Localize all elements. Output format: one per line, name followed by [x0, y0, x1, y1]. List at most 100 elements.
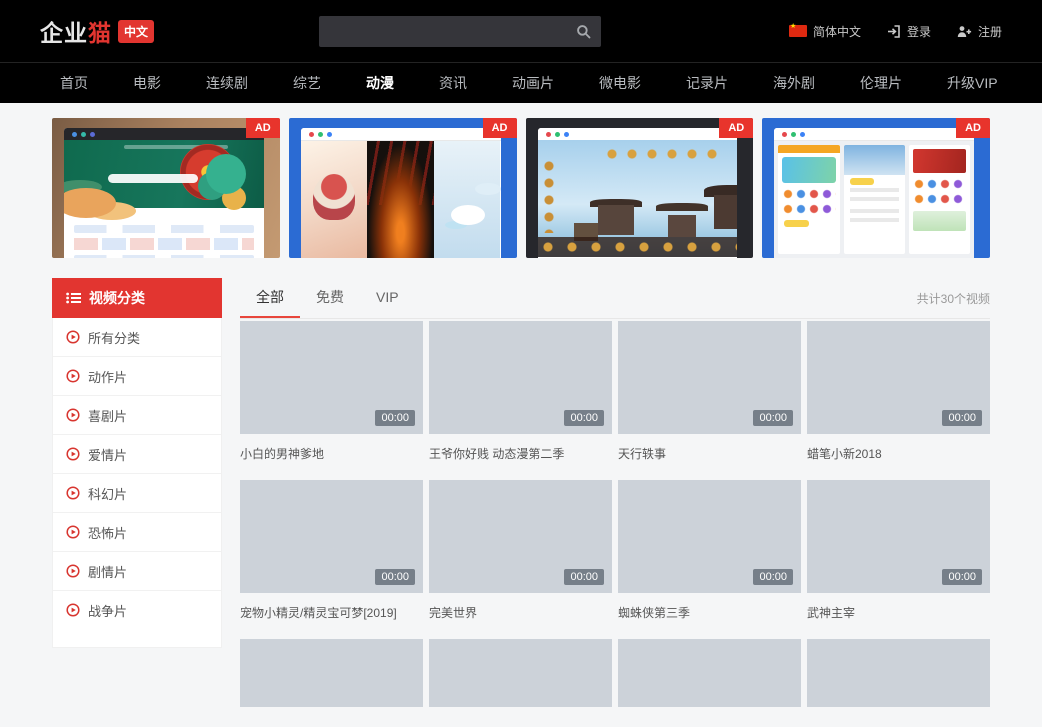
china-flag-icon: [789, 25, 807, 37]
video-content: 全部 免费 VIP 共计30个视频 00:00 小白的男神爹地 00:00 王爷…: [240, 278, 990, 707]
nav-item-news[interactable]: 资讯: [439, 73, 467, 93]
logo-text-main: 企业猫: [40, 14, 111, 48]
tab-vip[interactable]: VIP: [360, 278, 415, 318]
video-title[interactable]: 蜘蛛侠第三季: [618, 604, 801, 621]
video-card[interactable]: 00:00 小白的男神爹地: [240, 321, 423, 462]
ad-banner-2[interactable]: AD: [289, 118, 517, 258]
video-total-count: 共计30个视频: [917, 290, 990, 307]
duration-badge: 00:00: [564, 410, 604, 426]
sidebar-item-label: 恐怖片: [88, 523, 127, 542]
duration-badge: 00:00: [942, 410, 982, 426]
video-thumbnail[interactable]: 00:00: [807, 480, 990, 593]
video-title[interactable]: 宠物小精灵/精灵宝可梦[2019]: [240, 604, 423, 621]
video-title[interactable]: 完美世界: [429, 604, 612, 621]
nav-item-variety[interactable]: 综艺: [293, 73, 321, 93]
search-input[interactable]: [319, 16, 601, 47]
ad-badge: AD: [956, 118, 990, 138]
logo-language-badge: 中文: [118, 20, 154, 43]
video-card[interactable]: 00:00 蜘蛛侠第三季: [618, 480, 801, 621]
sidebar-list: 所有分类 动作片 喜剧片 爱情片 科幻片 恐怖片: [52, 318, 222, 648]
play-circle-icon: [66, 447, 80, 461]
banner-art: [301, 128, 501, 258]
sidebar-item-label: 动作片: [88, 367, 127, 386]
sidebar-item-horror[interactable]: 恐怖片: [53, 513, 221, 552]
banner-art: [64, 128, 264, 258]
video-grid: 00:00 小白的男神爹地 00:00 王爷你好贱 动态漫第二季 00:00 天…: [240, 321, 990, 707]
video-card[interactable]: 00:00 王爷你好贱 动态漫第二季: [429, 321, 612, 462]
video-card[interactable]: 00:00 完美世界: [429, 480, 612, 621]
register-label: 注册: [978, 23, 1002, 40]
nav-item-movies[interactable]: 电影: [133, 73, 161, 93]
sidebar-item-all[interactable]: 所有分类: [53, 318, 221, 357]
video-title[interactable]: 蜡笔小新2018: [807, 445, 990, 462]
ad-badge: AD: [483, 118, 517, 138]
header-actions: 简体中文 登录 注册: [789, 23, 1002, 40]
nav-item-home[interactable]: 首页: [60, 73, 88, 93]
ad-banner-1[interactable]: AD: [52, 118, 280, 258]
video-title[interactable]: 天行轶事: [618, 445, 801, 462]
search-button[interactable]: [569, 19, 597, 44]
nav-item-ethics[interactable]: 伦理片: [860, 73, 902, 93]
nav-item-anime[interactable]: 动漫: [366, 73, 394, 93]
ad-banner-4[interactable]: AD: [762, 118, 990, 258]
nav-item-microfilm[interactable]: 微电影: [599, 73, 641, 93]
banner-art: [774, 128, 974, 258]
video-title[interactable]: 王爷你好贱 动态漫第二季: [429, 445, 612, 462]
video-card[interactable]: 00:00 蜡笔小新2018: [807, 321, 990, 462]
sidebar-item-label: 爱情片: [88, 445, 127, 464]
sidebar-item-scifi[interactable]: 科幻片: [53, 474, 221, 513]
tab-free[interactable]: 免费: [300, 278, 360, 318]
login-icon: [887, 25, 901, 38]
site-logo[interactable]: 企业猫 中文: [40, 14, 154, 48]
video-thumbnail[interactable]: 00:00: [429, 480, 612, 593]
duration-badge: 00:00: [375, 410, 415, 426]
video-thumb-placeholder[interactable]: [807, 639, 990, 707]
video-thumb-placeholder[interactable]: [618, 639, 801, 707]
sidebar-title: 视频分类: [89, 288, 145, 308]
video-thumbnail[interactable]: 00:00: [618, 480, 801, 593]
ad-badge: AD: [719, 118, 753, 138]
play-circle-icon: [66, 603, 80, 617]
register-icon: [957, 25, 972, 38]
video-card[interactable]: 00:00 天行轶事: [618, 321, 801, 462]
tab-all[interactable]: 全部: [240, 278, 300, 318]
nav-item-cartoon[interactable]: 动画片: [512, 73, 554, 93]
sidebar-item-comedy[interactable]: 喜剧片: [53, 396, 221, 435]
video-thumb-placeholder[interactable]: [240, 639, 423, 707]
nav-item-upgrade-vip[interactable]: 升级VIP: [947, 73, 998, 93]
video-thumbnail[interactable]: 00:00: [429, 321, 612, 434]
play-circle-icon: [66, 486, 80, 500]
nav-item-series[interactable]: 连续剧: [206, 73, 248, 93]
sidebar-item-action[interactable]: 动作片: [53, 357, 221, 396]
sidebar-item-label: 科幻片: [88, 484, 127, 503]
search-box: [319, 16, 601, 47]
video-thumbnail[interactable]: 00:00: [240, 321, 423, 434]
page: 企业猫 中文 简体中文 登录: [0, 0, 1042, 727]
ad-banner-3[interactable]: AD: [526, 118, 754, 258]
nav-item-documentary[interactable]: 记录片: [686, 73, 728, 93]
video-card[interactable]: 00:00 武神主宰: [807, 480, 990, 621]
register-link[interactable]: 注册: [957, 23, 1002, 40]
play-circle-icon: [66, 408, 80, 422]
video-thumb-placeholder[interactable]: [429, 639, 612, 707]
nav-item-overseas[interactable]: 海外剧: [773, 73, 815, 93]
video-title[interactable]: 武神主宰: [807, 604, 990, 621]
sidebar-item-drama[interactable]: 剧情片: [53, 552, 221, 591]
video-title[interactable]: 小白的男神爹地: [240, 445, 423, 462]
language-switch[interactable]: 简体中文: [789, 23, 861, 40]
video-thumbnail[interactable]: 00:00: [618, 321, 801, 434]
sidebar-header[interactable]: 视频分类: [52, 278, 222, 318]
main-nav: 首页 电影 连续剧 综艺 动漫 资讯 动画片 微电影 记录片 海外剧 伦理片 升…: [0, 62, 1042, 103]
sidebar-item-label: 所有分类: [88, 328, 140, 347]
login-link[interactable]: 登录: [887, 23, 931, 40]
sidebar-item-romance[interactable]: 爱情片: [53, 435, 221, 474]
video-card[interactable]: 00:00 宠物小精灵/精灵宝可梦[2019]: [240, 480, 423, 621]
category-sidebar: 视频分类 所有分类 动作片 喜剧片 爱情片 科幻片: [52, 278, 222, 648]
play-circle-icon: [66, 369, 80, 383]
ad-badge: AD: [246, 118, 280, 138]
video-thumbnail[interactable]: 00:00: [240, 480, 423, 593]
sidebar-item-label: 喜剧片: [88, 406, 127, 425]
sidebar-item-war[interactable]: 战争片: [53, 591, 221, 629]
video-thumbnail[interactable]: 00:00: [807, 321, 990, 434]
top-header: 企业猫 中文 简体中文 登录: [0, 0, 1042, 62]
